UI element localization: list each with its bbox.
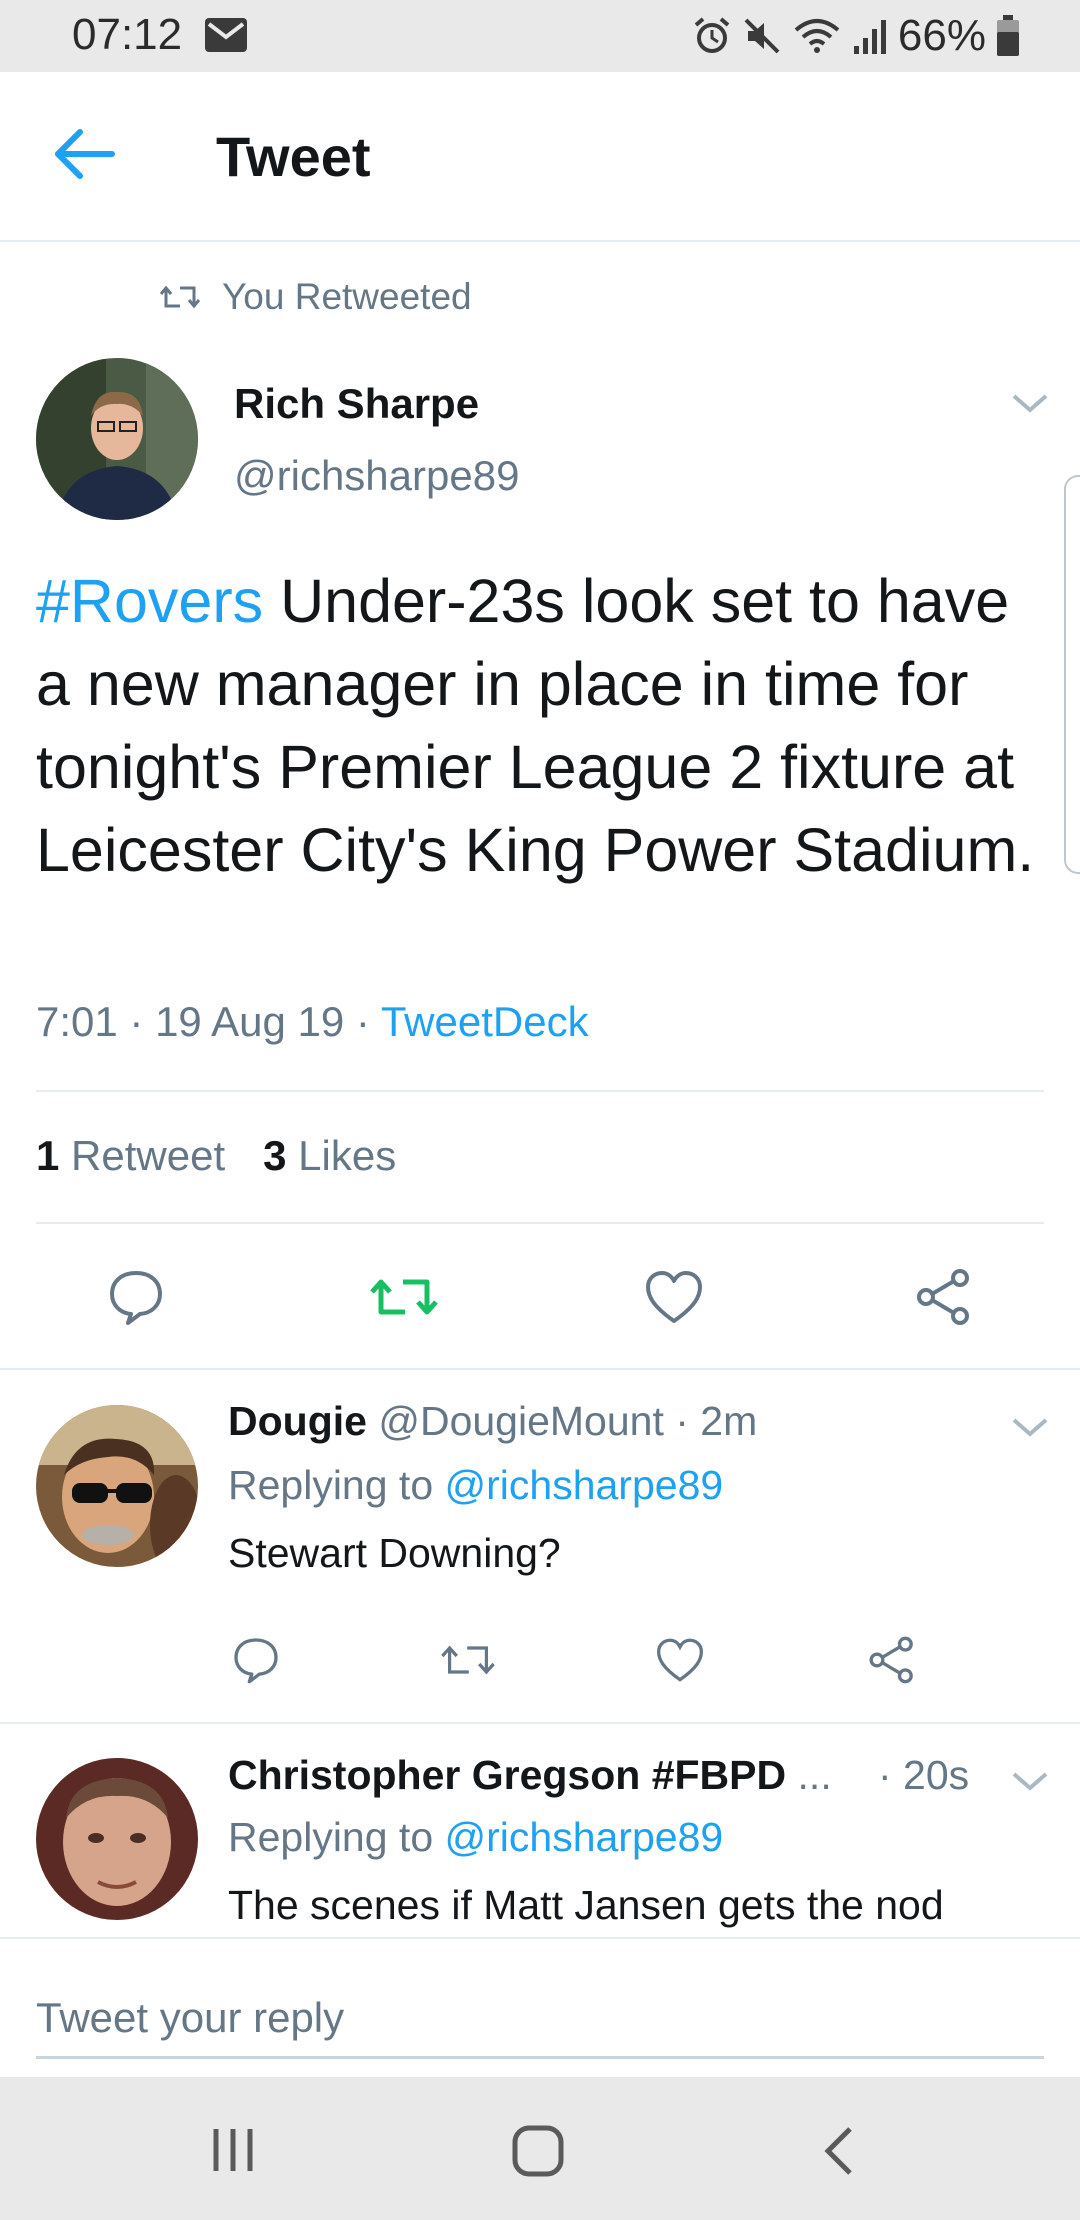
reply-text: Stewart Downing? — [228, 1530, 561, 1576]
reply-button[interactable] — [94, 1255, 178, 1339]
divider — [36, 1090, 1044, 1092]
chevron-down-icon[interactable] — [1010, 1766, 1050, 1796]
retweet-button[interactable] — [438, 1630, 498, 1690]
wifi-icon — [794, 19, 840, 53]
tweet-meta: 7:01 · 19 Aug 19 · TweetDeck — [36, 998, 589, 1046]
author-name[interactable]: Rich Sharpe — [234, 380, 479, 428]
share-button[interactable] — [902, 1255, 986, 1339]
heart-icon — [656, 1638, 704, 1682]
status-icons: 66% — [692, 10, 1020, 62]
signal-icon — [853, 20, 886, 54]
reply-author-photo — [36, 1758, 198, 1920]
replying-prefix: Replying to — [228, 1462, 445, 1508]
author-photo — [36, 358, 198, 520]
reply-icon — [234, 1638, 278, 1684]
battery-icon — [997, 15, 1019, 56]
hashtag-link[interactable]: #Rovers — [36, 567, 263, 635]
reply-time: · 2m — [675, 1398, 758, 1444]
like-count: 3 — [263, 1132, 287, 1179]
reply-author-handle[interactable]: @DougieMount — [378, 1398, 664, 1444]
system-nav-bar — [0, 2077, 1080, 2220]
replying-to-link[interactable]: @richsharpe89 — [445, 1462, 724, 1508]
mute-icon — [744, 18, 780, 54]
scrollbar[interactable] — [1064, 475, 1080, 874]
share-button[interactable] — [862, 1630, 922, 1690]
battery-percent: 66% — [897, 11, 986, 60]
like-count-link[interactable]: 3 Likes — [263, 1132, 396, 1180]
back-icon[interactable] — [818, 2123, 858, 2179]
tweet-text: #Rovers Under-23s look set to have a new… — [36, 560, 1036, 892]
tweet-stats: 1 Retweet 3 Likes — [36, 1132, 396, 1180]
like-button[interactable] — [650, 1630, 710, 1690]
replying-to-link[interactable]: @richsharpe89 — [445, 1814, 724, 1860]
retweet-icon — [370, 1279, 438, 1315]
tweet-source-link[interactable]: TweetDeck — [381, 998, 589, 1045]
home-icon[interactable] — [510, 2123, 566, 2179]
divider — [0, 1722, 1080, 1724]
retweet-count-link[interactable]: 1 Retweet — [36, 1132, 225, 1180]
share-icon — [869, 1636, 913, 1684]
divider — [0, 1368, 1080, 1370]
status-time: 07:12 — [72, 10, 183, 59]
reply-button[interactable] — [226, 1630, 286, 1690]
heart-icon — [646, 1271, 702, 1323]
app-bar: Tweet — [0, 72, 1080, 242]
chevron-down-icon[interactable] — [1010, 1412, 1050, 1442]
retweet-note: You Retweeted — [160, 276, 472, 318]
like-button[interactable] — [632, 1255, 716, 1339]
avatar[interactable] — [36, 358, 198, 520]
share-icon — [917, 1269, 969, 1325]
like-count-label: Likes — [298, 1132, 397, 1179]
tweet-timestamp: 7:01 · 19 Aug 19 · — [36, 998, 381, 1045]
divider — [36, 1222, 1044, 1224]
alarm-icon — [694, 17, 730, 53]
retweet-count: 1 — [36, 1132, 60, 1179]
reply-input[interactable] — [36, 1980, 1044, 2059]
page-title: Tweet — [216, 125, 371, 188]
mail-icon — [205, 18, 247, 52]
retweet-note-label: You Retweeted — [222, 276, 472, 317]
retweet-icon — [160, 285, 200, 309]
author-handle[interactable]: @richsharpe89 — [234, 452, 519, 500]
retweet-count-label: Retweet — [71, 1132, 226, 1179]
replying-to: Replying to @richsharpe89 — [228, 1462, 723, 1509]
reply-author-name[interactable]: Christopher Gregson #FBPD — [228, 1752, 786, 1798]
avatar[interactable] — [36, 1758, 198, 1920]
replying-prefix: Replying to — [228, 1814, 445, 1860]
avatar[interactable] — [36, 1405, 198, 1567]
reply-author-name[interactable]: Dougie — [228, 1398, 367, 1444]
reply-header: Dougie @DougieMount · 2m — [228, 1398, 757, 1445]
recent-apps-icon[interactable] — [208, 2125, 258, 2175]
retweet-button[interactable] — [362, 1255, 446, 1339]
reply-header: Christopher Gregson #FBPD ... — [228, 1752, 832, 1799]
reply-text: The scenes if Matt Jansen gets the nod — [228, 1882, 944, 1928]
reply-time: · 20s — [878, 1752, 970, 1798]
tweet-actions — [0, 1255, 1080, 1339]
chevron-down-icon[interactable] — [1010, 388, 1050, 418]
name-ellipsis: ... — [797, 1752, 832, 1798]
retweet-icon — [441, 1645, 495, 1675]
arrow-left-icon[interactable] — [50, 124, 120, 184]
reply-icon — [110, 1271, 162, 1325]
reply-author-photo — [36, 1405, 198, 1567]
status-bar: 07:12 66% — [0, 0, 1080, 72]
replying-to: Replying to @richsharpe89 — [228, 1814, 723, 1861]
